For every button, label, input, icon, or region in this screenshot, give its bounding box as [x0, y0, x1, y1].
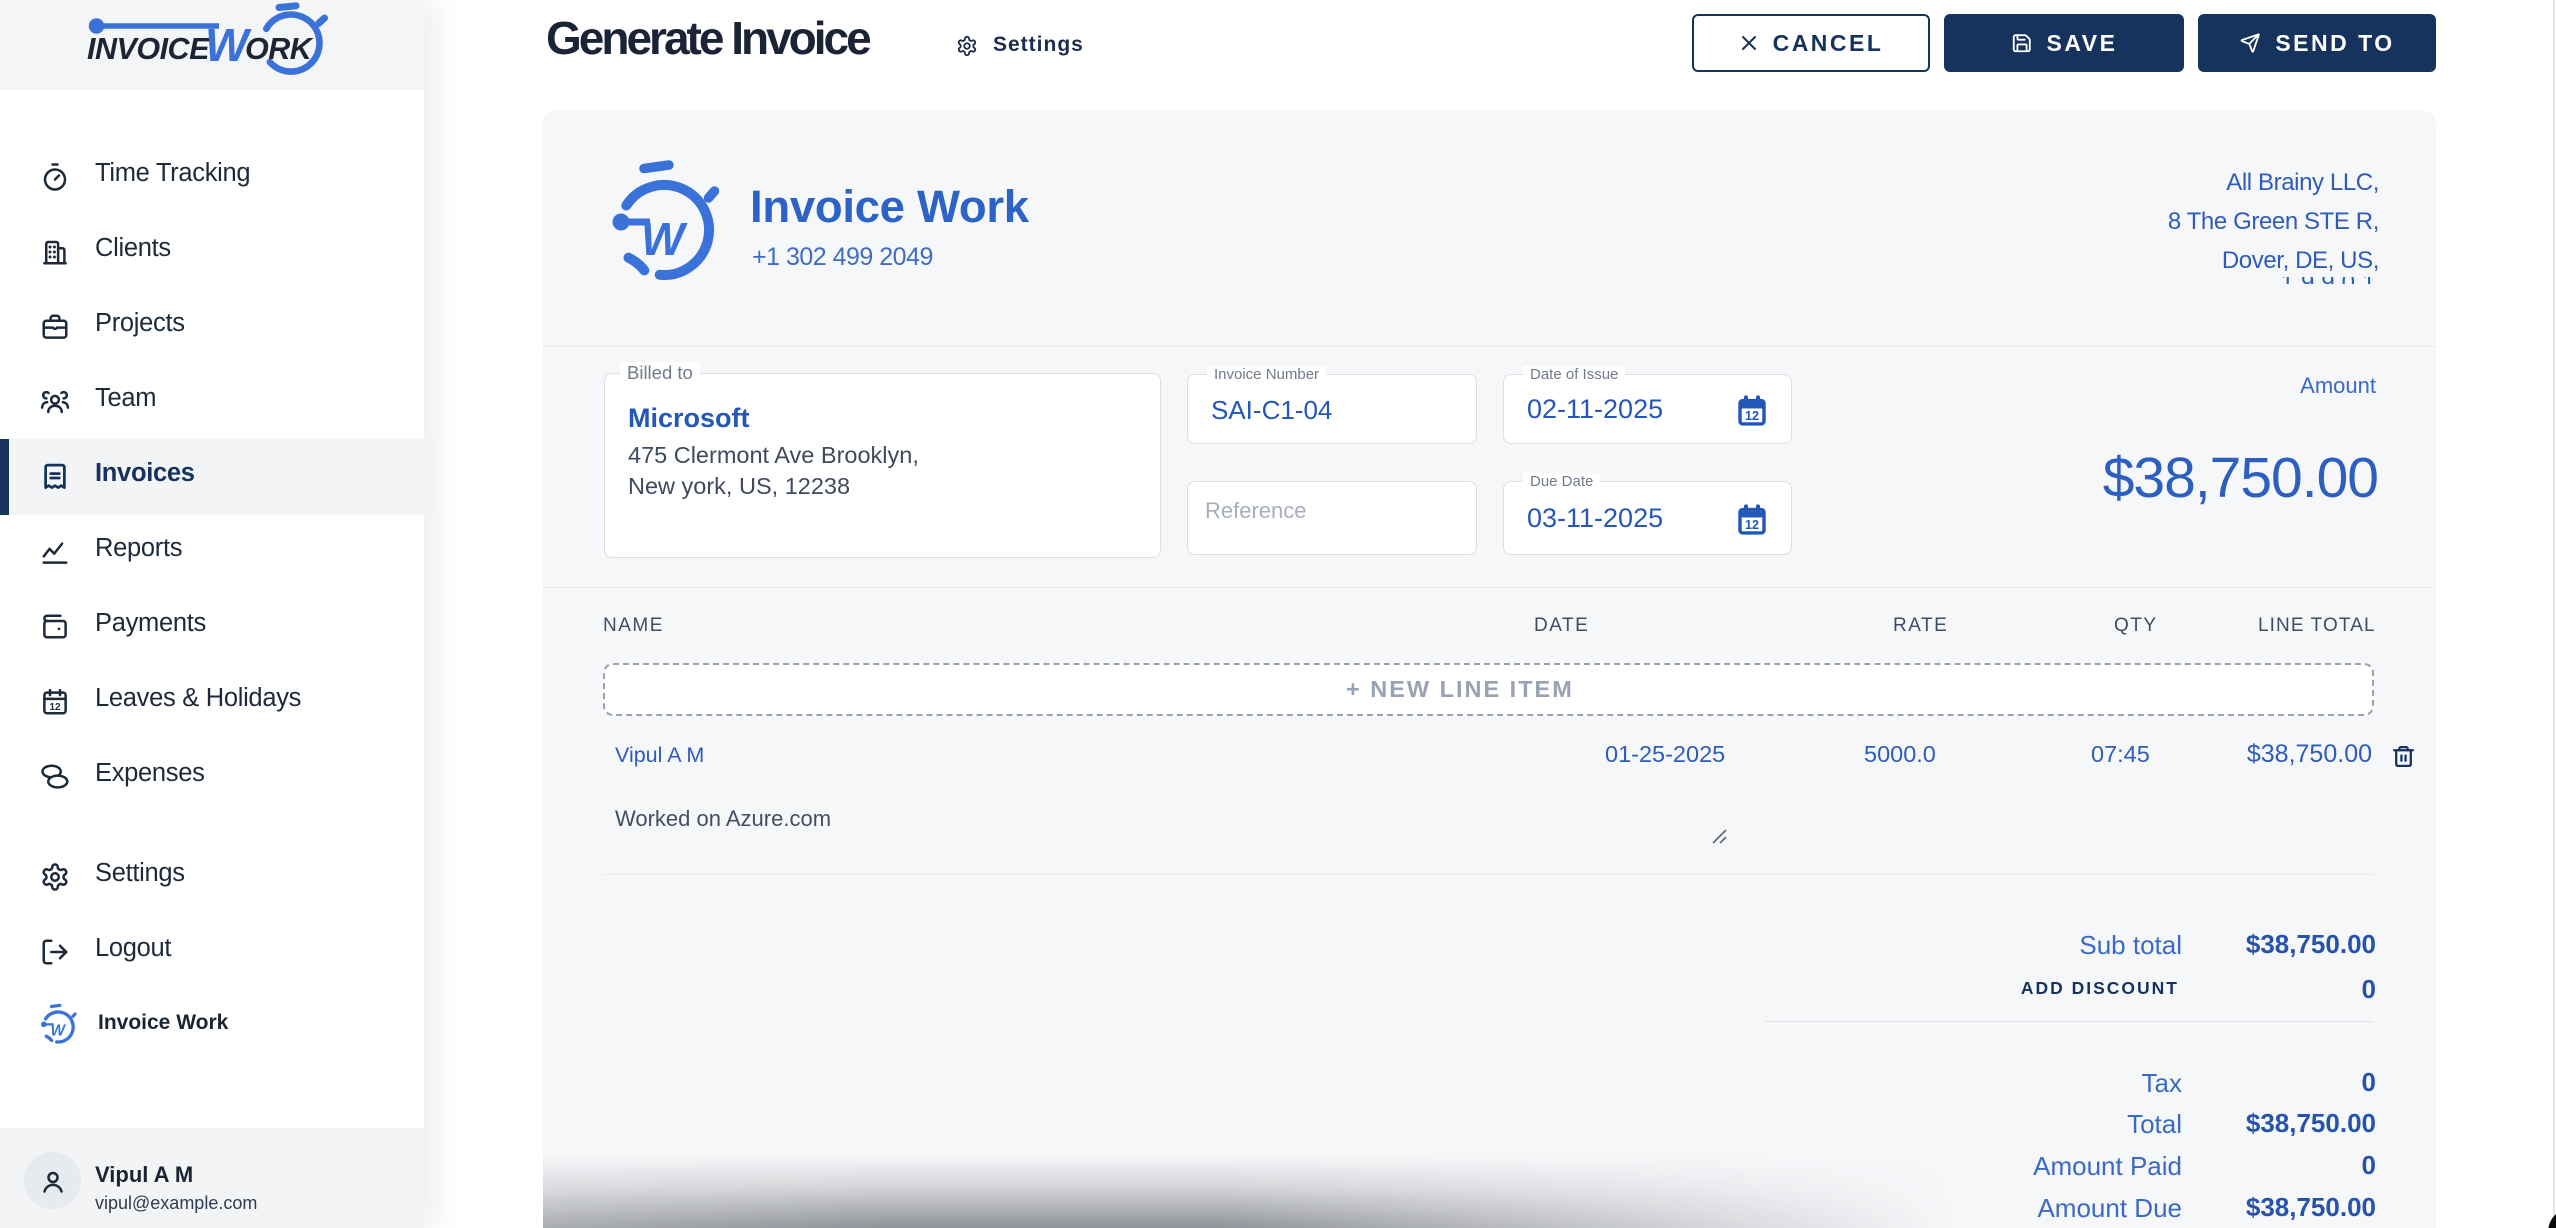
- svg-text:W: W: [641, 213, 688, 265]
- svg-text:12: 12: [1745, 409, 1759, 423]
- svg-text:12: 12: [49, 702, 61, 713]
- svg-text:ORK: ORK: [245, 32, 314, 66]
- svg-text:W: W: [51, 1022, 67, 1039]
- svg-text:12: 12: [1745, 518, 1759, 532]
- svg-text:INVOICE: INVOICE: [87, 32, 211, 66]
